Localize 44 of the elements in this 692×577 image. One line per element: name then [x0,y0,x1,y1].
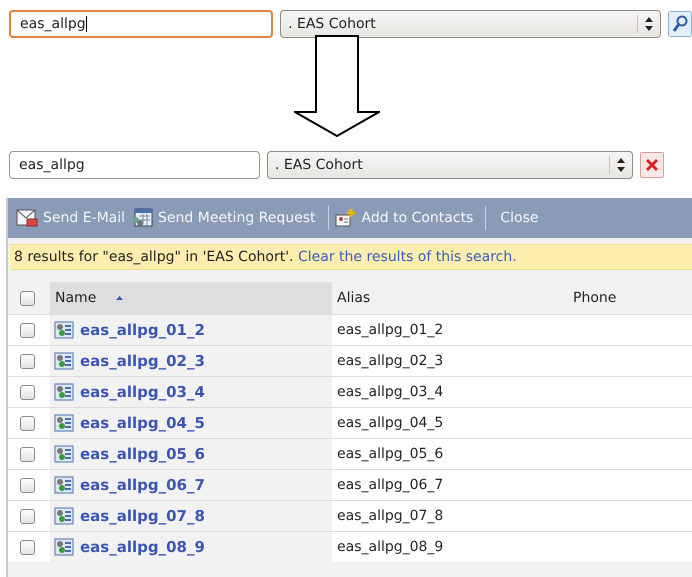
column-header[interactable]: Alias [332,290,568,306]
results-message: 8 results for "eas_allpg" in 'EAS Cohort'. [14,249,294,265]
alias-cell-text: eas_allpg_01_2 [336,322,444,338]
row-checkbox[interactable] [20,478,35,492]
calendar-people-icon [131,208,154,228]
spinner-arrows-icon [645,17,654,31]
spinner-arrows-icon [617,158,625,172]
alias-cell-text: eas_allpg_05_6 [336,446,444,462]
scope-dropdown[interactable]: . EAS Cohort [267,151,633,179]
clear-results-link[interactable]: Clear the results of this search. [298,249,517,265]
contact-group-icon [54,507,74,525]
alias-cell-text: eas_allpg_02_3 [336,353,444,369]
alias-cell-text: eas_allpg_04_5 [336,415,444,431]
search-button[interactable] [668,11,692,37]
contact-group-icon [54,321,74,339]
column-header[interactable]: Name [50,282,332,314]
alias-cell-text: eas_allpg_07_8 [336,508,444,524]
row-checkbox[interactable] [20,322,35,338]
contact-group-icon [54,476,74,494]
row-checkbox[interactable] [20,416,35,430]
contact-group-icon [54,414,74,432]
row-checkbox[interactable] [20,384,35,400]
scope-dropdown[interactable]: . EAS Cohort [280,10,662,38]
contact-group-icon [54,352,74,370]
alias-cell-text: eas_allpg_08_9 [336,539,444,555]
contact-group-icon [54,383,74,401]
contact-card-add-icon [334,208,357,228]
row-checkbox[interactable] [20,540,35,554]
search-field[interactable]: eas_allpg [9,10,274,38]
search-field[interactable]: eas_allpg [9,151,260,179]
close-icon [645,158,659,172]
column-header[interactable]: Phone [568,290,692,306]
search-icon [672,15,688,33]
contact-group-icon [54,445,74,463]
envelope-icon [16,208,38,228]
row-checkbox[interactable] [20,446,35,462]
alias-cell-text: eas_allpg_03_4 [336,384,444,400]
close-button[interactable] [640,152,664,178]
contact-group-icon [54,538,74,556]
row-checkbox[interactable] [20,354,35,368]
sort-up-icon [116,296,124,300]
alias-cell-text: eas_allpg_06_7 [336,477,444,493]
row-checkbox[interactable] [20,508,35,524]
select-all-checkbox[interactable] [20,290,35,306]
